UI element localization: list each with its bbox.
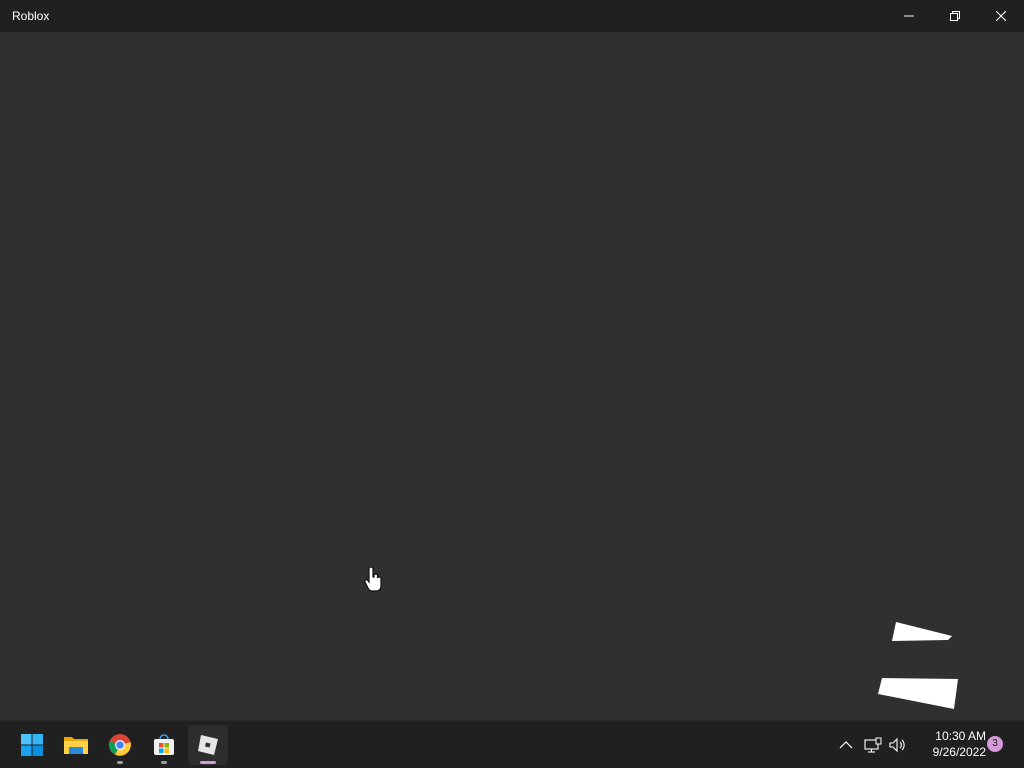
network-icon xyxy=(864,737,882,753)
store-icon xyxy=(154,734,174,755)
roblox-icon xyxy=(198,735,218,755)
running-indicator xyxy=(117,761,123,764)
taskbar-app-roblox[interactable] xyxy=(188,725,228,765)
window-title: Roblox xyxy=(12,9,50,23)
folder-icon xyxy=(64,737,88,754)
roblox-loading-icon xyxy=(878,622,958,709)
taskbar-app-file-explorer[interactable] xyxy=(56,725,96,765)
taskbar-app-store[interactable] xyxy=(144,725,184,765)
clock[interactable]: 10:30 AM 9/26/2022 xyxy=(912,728,986,760)
network-button[interactable] xyxy=(862,733,884,757)
minimize-icon xyxy=(904,15,914,17)
restore-icon xyxy=(950,11,960,21)
windows-start-icon xyxy=(21,734,43,756)
close-icon xyxy=(996,11,1006,21)
game-viewport[interactable] xyxy=(0,32,1024,720)
restore-button[interactable] xyxy=(932,0,978,32)
running-indicator xyxy=(161,761,167,764)
hand-cursor-icon xyxy=(364,567,382,592)
active-indicator xyxy=(200,761,216,764)
chrome-icon xyxy=(108,734,131,756)
clock-date: 9/26/2022 xyxy=(932,745,986,759)
show-hidden-icons-button[interactable] xyxy=(835,733,857,757)
roblox-window: Roblox xyxy=(0,0,1024,720)
notification-badge[interactable]: 3 xyxy=(987,736,1003,752)
start-button[interactable] xyxy=(12,725,52,765)
chevron-up-icon xyxy=(839,741,853,749)
title-bar[interactable]: Roblox xyxy=(0,0,1024,32)
speaker-icon xyxy=(889,737,905,753)
clock-time: 10:30 AM xyxy=(935,729,986,743)
taskbar-app-chrome[interactable] xyxy=(100,725,140,765)
close-button[interactable] xyxy=(978,0,1024,32)
volume-button[interactable] xyxy=(887,733,909,757)
taskbar: 10:30 AM 9/26/2022 xyxy=(0,720,1024,768)
minimize-button[interactable] xyxy=(886,0,932,32)
